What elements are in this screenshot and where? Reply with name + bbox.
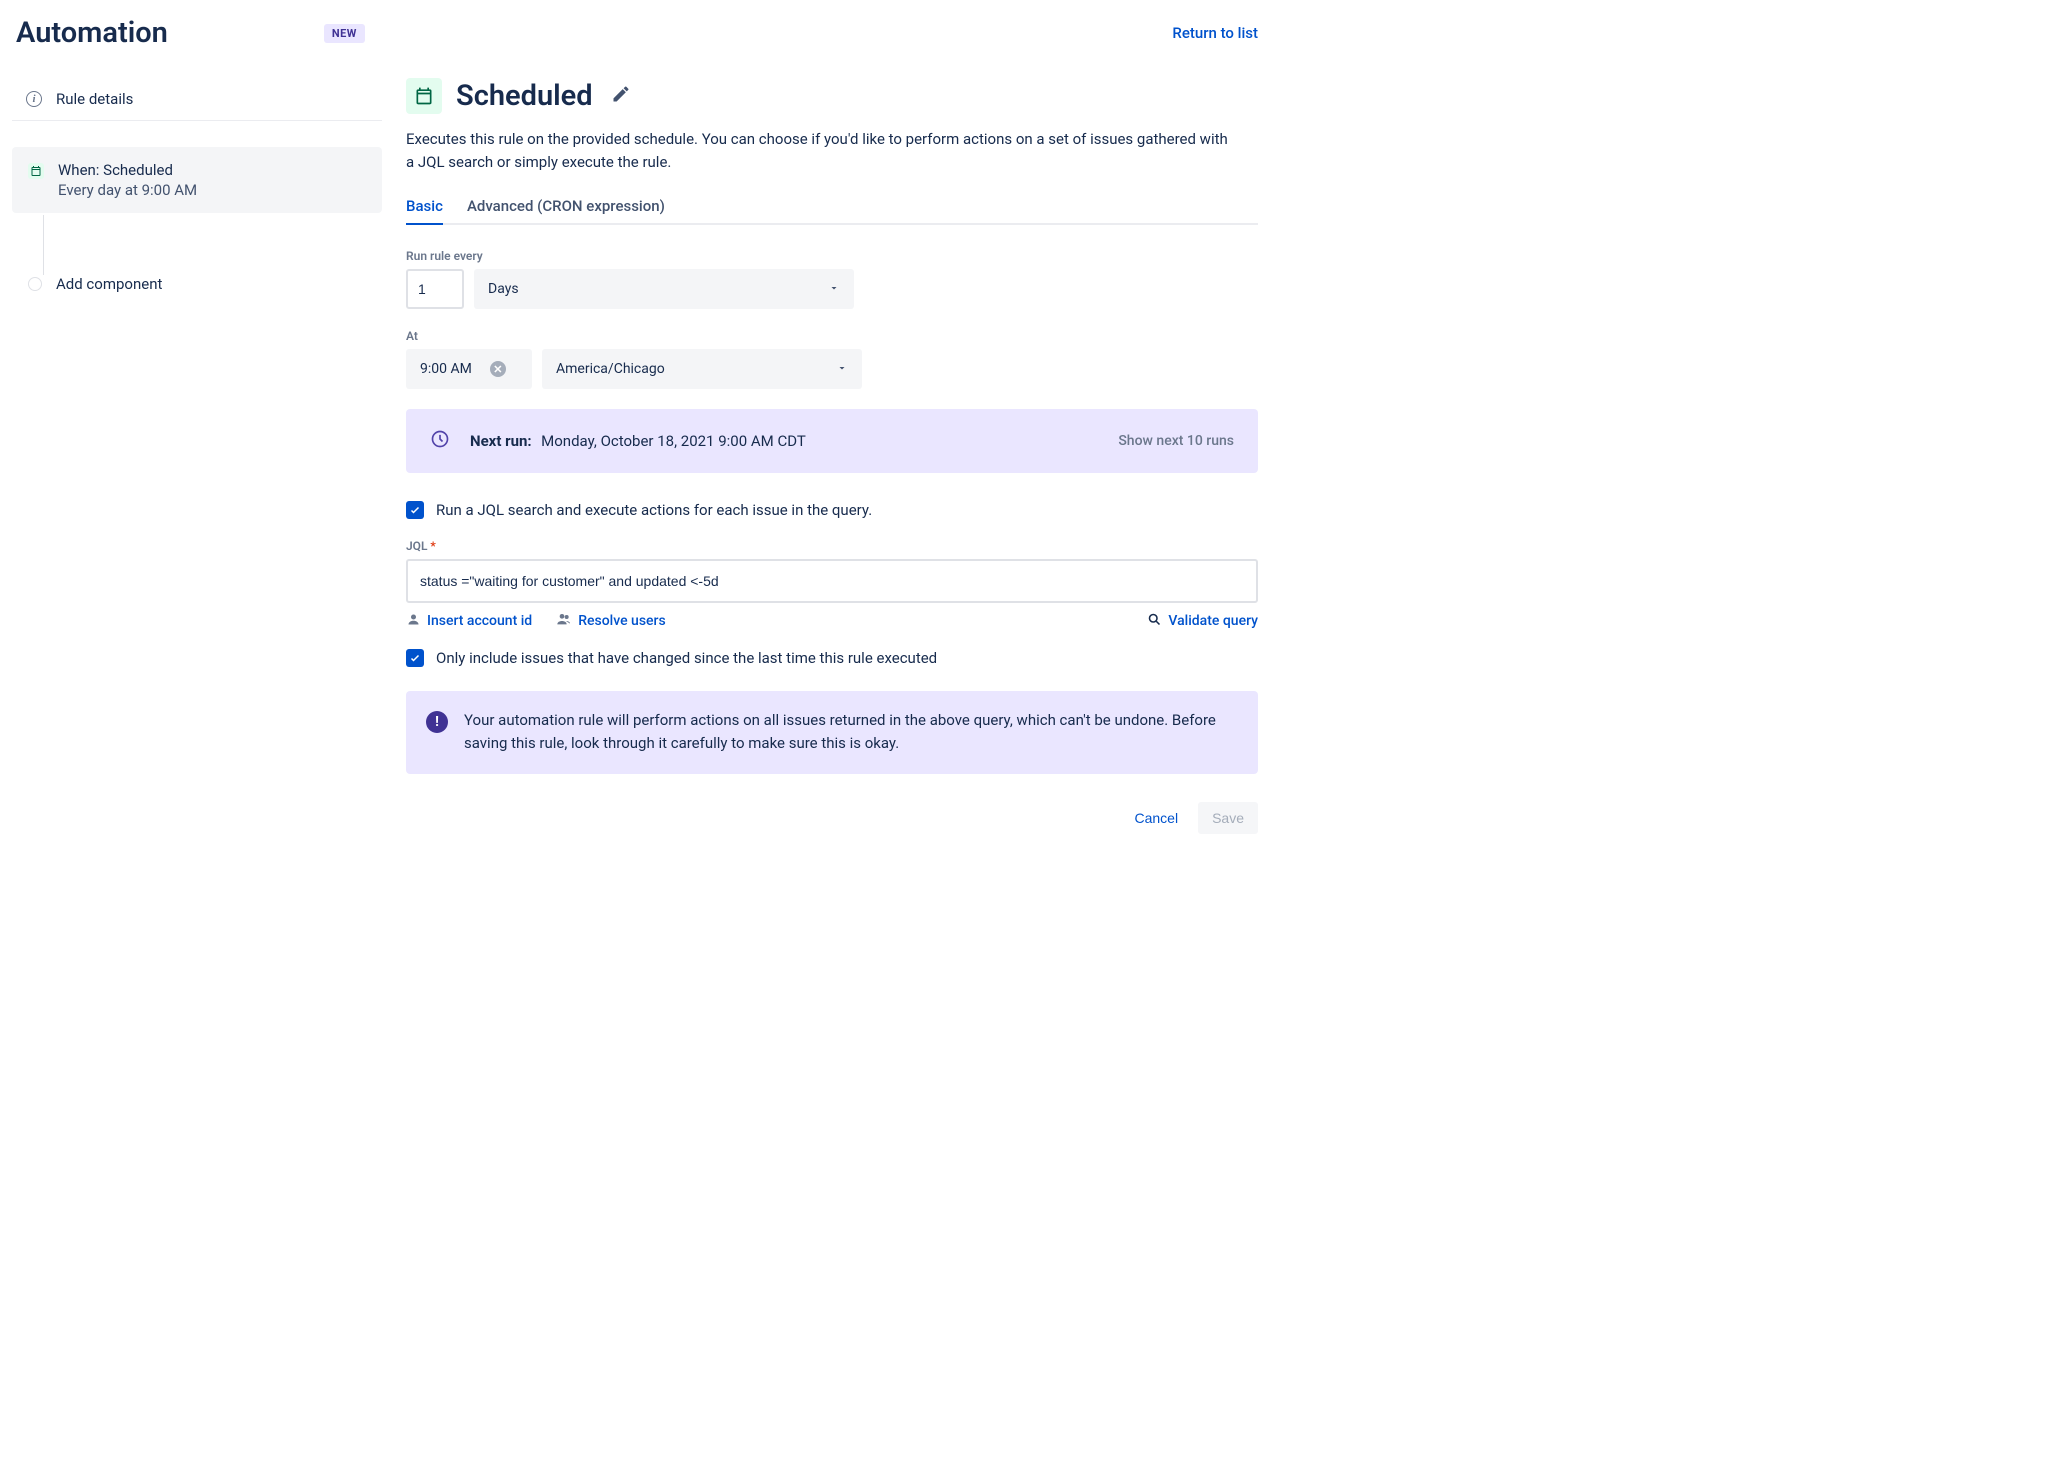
jql-field-label: JQL * (406, 539, 1258, 553)
warning-panel: ! Your automation rule will perform acti… (406, 691, 1258, 774)
add-circle-icon (28, 277, 42, 291)
trigger-card[interactable]: When: Scheduled Every day at 9:00 AM (12, 147, 382, 213)
warning-text: Your automation rule will perform action… (464, 709, 1238, 756)
tab-basic[interactable]: Basic (406, 189, 443, 225)
add-component-label: Add component (56, 275, 162, 293)
new-badge: NEW (324, 24, 365, 43)
only-changed-checkbox[interactable] (406, 649, 424, 667)
resolve-users-link[interactable]: Resolve users (556, 611, 666, 631)
search-icon (1147, 612, 1162, 631)
jql-search-checkbox[interactable] (406, 501, 424, 519)
clock-icon (430, 429, 450, 453)
schedule-tabs: Basic Advanced (CRON expression) (406, 189, 1258, 225)
clear-time-icon[interactable]: ✕ (490, 361, 506, 377)
show-next-runs-link[interactable]: Show next 10 runs (1118, 433, 1234, 449)
validate-query-link[interactable]: Validate query (1147, 612, 1258, 631)
trigger-title: When: Scheduled (58, 161, 197, 179)
main-panel: Scheduled Executes this rule on the prov… (406, 78, 1258, 834)
next-run-label: Next run: (470, 432, 532, 450)
jql-input[interactable] (406, 559, 1258, 603)
chevron-down-icon (828, 282, 840, 297)
save-button[interactable]: Save (1198, 802, 1258, 834)
at-label: At (406, 329, 1258, 343)
unit-value: Days (488, 281, 519, 297)
time-input[interactable]: 9:00 AM ✕ (406, 349, 532, 389)
page-header: Automation NEW Return to list (12, 16, 1258, 50)
return-to-list-link[interactable]: Return to list (1172, 24, 1258, 42)
interval-input[interactable] (406, 269, 464, 309)
timezone-value: America/Chicago (556, 361, 665, 377)
calendar-icon (28, 163, 44, 179)
users-icon (556, 611, 572, 631)
trigger-subtitle: Every day at 9:00 AM (58, 181, 197, 199)
insert-account-id-link[interactable]: Insert account id (406, 611, 532, 631)
jql-checkbox-label: Run a JQL search and execute actions for… (436, 501, 872, 519)
next-run-panel: Next run: Monday, October 18, 2021 9:00 … (406, 409, 1258, 473)
rule-details-label: Rule details (56, 90, 133, 108)
warning-icon: ! (426, 711, 448, 733)
only-changed-label: Only include issues that have changed si… (436, 649, 937, 667)
info-icon: i (26, 91, 42, 107)
user-icon (406, 612, 421, 631)
next-run-value: Monday, October 18, 2021 9:00 AM CDT (541, 432, 806, 450)
page-title: Automation (16, 16, 168, 50)
cancel-button[interactable]: Cancel (1122, 802, 1190, 834)
time-value: 9:00 AM (420, 361, 472, 377)
tab-advanced[interactable]: Advanced (CRON expression) (467, 189, 665, 225)
component-description: Executes this rule on the provided sched… (406, 128, 1236, 173)
connector-line (43, 215, 44, 275)
unit-select[interactable]: Days (474, 269, 854, 309)
component-title: Scheduled (456, 79, 593, 113)
add-component-button[interactable]: Add component (12, 275, 382, 293)
sidebar: i Rule details When: Scheduled Every day… (12, 78, 382, 834)
timezone-select[interactable]: America/Chicago (542, 349, 862, 389)
edit-icon[interactable] (611, 84, 631, 108)
calendar-icon (406, 78, 442, 114)
chevron-down-icon (836, 362, 848, 377)
rule-details-link[interactable]: i Rule details (12, 78, 382, 121)
run-every-label: Run rule every (406, 249, 1258, 263)
